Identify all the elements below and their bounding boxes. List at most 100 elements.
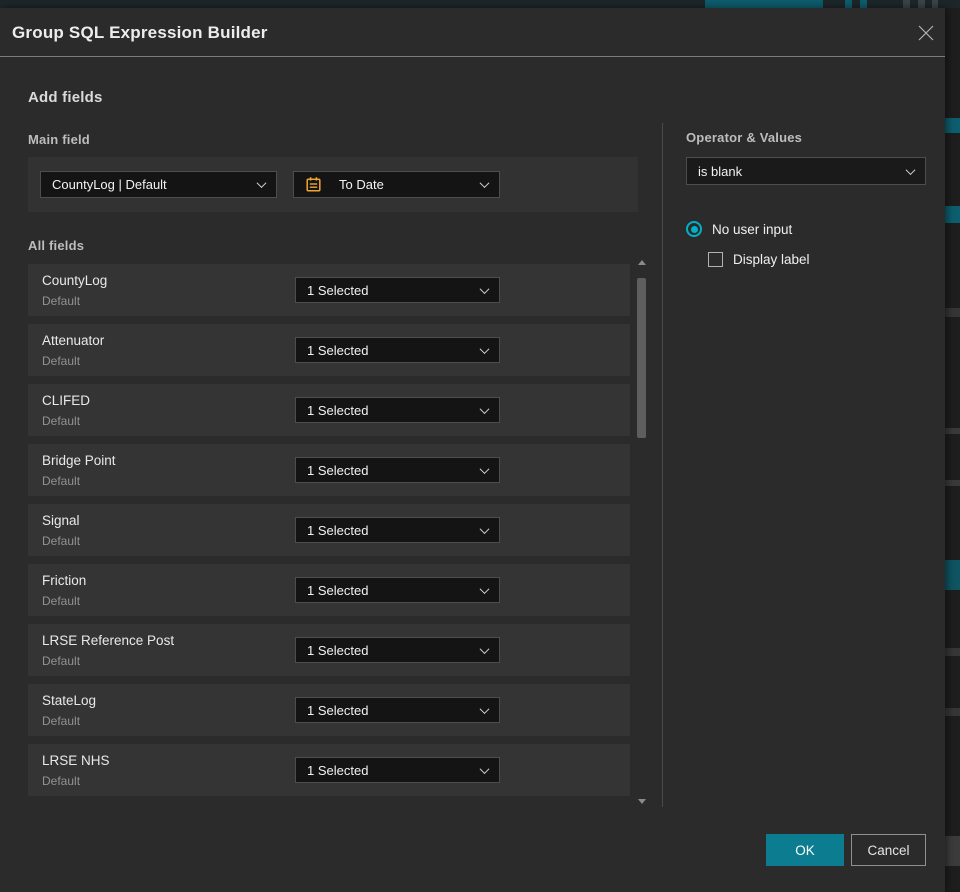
main-field-label: Main field [28,132,90,147]
live-view-label: Live View [747,0,794,3]
scroll-up-icon[interactable] [638,260,646,265]
field-row: Bridge Point Default 1 Selected [28,444,630,496]
field-name: Bridge Point [42,453,116,468]
chevron-down-icon [479,463,490,474]
field-name: LRSE Reference Post [42,633,175,648]
background-edge-block [945,708,960,716]
chevron-down-icon [479,643,490,654]
field-selection-dropdown[interactable]: 1 Selected [295,577,500,603]
display-label-checkbox[interactable]: Display label [708,252,810,267]
field-selection-dropdown[interactable]: 1 Selected [295,277,500,303]
dropdown-value: 1 Selected [307,282,369,298]
main-field-select[interactable]: CountyLog | Default [40,171,277,198]
scroll-down-icon[interactable] [638,799,646,804]
dropdown-value: 1 Selected [307,702,369,718]
field-name: LRSE NHS [42,753,110,768]
field-subtitle: Default [42,654,81,668]
field-row: CLIFED Default 1 Selected [28,384,630,436]
field-name: Signal [42,513,80,528]
operator-select[interactable]: is blank [686,157,926,185]
chevron-down-icon [905,164,916,175]
field-selection-dropdown[interactable]: 1 Selected [295,337,500,363]
chevron-down-icon [479,283,490,294]
close-button[interactable] [914,21,938,45]
background-edge-block [945,308,960,317]
chevron-down-icon [479,523,490,534]
background-edge-block [945,560,960,590]
scrollbar-thumb[interactable] [637,278,646,438]
field-selection-dropdown[interactable]: 1 Selected [295,757,500,783]
display-label-label: Display label [733,252,810,267]
chevron-down-icon [479,763,490,774]
background-toolbar: Live View [0,0,960,8]
dropdown-value: 1 Selected [307,642,369,658]
background-edge-block [945,428,960,434]
field-name: CountyLog [42,273,108,288]
background-edge-block [945,480,960,486]
main-field-panel: CountyLog | Default To Date [28,157,638,212]
field-name: Friction [42,573,87,588]
ok-button[interactable]: OK [766,834,844,866]
dialog-title: Group SQL Expression Builder [12,23,268,42]
field-selection-dropdown[interactable]: 1 Selected [295,517,500,543]
cancel-button[interactable]: Cancel [851,834,926,866]
dropdown-value: 1 Selected [307,582,369,598]
chevron-down-icon [479,403,490,414]
checkbox-unchecked-icon [708,252,723,267]
background-edge-block [945,206,960,223]
screen: Live View Group SQL Expression Builder A [0,0,960,892]
background-toolbar-button [932,0,938,8]
dropdown-value: 1 Selected [307,462,369,478]
group-sql-expression-builder-dialog: Group SQL Expression Builder Add fields … [0,8,945,892]
calendar-icon [305,176,322,193]
background-app-edge [945,8,960,892]
background-edge-block [945,836,960,866]
no-user-input-radio[interactable]: No user input [686,221,792,237]
field-subtitle: Default [42,594,81,608]
field-selection-dropdown[interactable]: 1 Selected [295,457,500,483]
field-name: Attenuator [42,333,105,348]
dialog-titlebar: Group SQL Expression Builder [0,8,945,57]
chevron-down-icon [479,583,490,594]
all-fields-list: CountyLog Default 1 Selected Attenuator … [28,264,630,804]
field-row: LRSE Reference Post Default 1 Selected [28,624,630,676]
operator-values-label: Operator & Values [686,130,803,145]
main-field-date-select[interactable]: To Date [293,171,500,198]
field-subtitle: Default [42,414,81,428]
operator-select-value: is blank [698,163,743,179]
main-field-date-value: To Date [339,177,384,192]
field-name: CLIFED [42,393,91,408]
background-toolbar-button [903,0,910,8]
dropdown-value: 1 Selected [307,402,369,418]
field-subtitle: Default [42,774,81,788]
field-row: StateLog Default 1 Selected [28,684,630,736]
dropdown-value: 1 Selected [307,762,369,778]
fields-scrollbar[interactable] [636,258,649,806]
chevron-down-icon [479,178,490,189]
field-row: Signal Default 1 Selected [28,504,630,556]
close-icon [918,25,934,41]
field-selection-dropdown[interactable]: 1 Selected [295,697,500,723]
field-selection-dropdown[interactable]: 1 Selected [295,397,500,423]
dropdown-value: 1 Selected [307,522,369,538]
background-toolbar-button [918,0,925,8]
field-row: CountyLog Default 1 Selected [28,264,630,316]
field-row: Friction Default 1 Selected [28,564,630,616]
field-subtitle: Default [42,714,81,728]
chevron-down-icon [256,178,267,189]
field-subtitle: Default [42,534,81,548]
main-field-select-value: CountyLog | Default [52,177,167,192]
radio-selected-icon [686,221,702,237]
field-selection-dropdown[interactable]: 1 Selected [295,637,500,663]
panel-divider [662,123,663,807]
chevron-down-icon [479,343,490,354]
all-fields-label: All fields [28,238,85,253]
add-fields-heading: Add fields [28,89,103,106]
field-subtitle: Default [42,474,81,488]
field-subtitle: Default [42,354,81,368]
no-user-input-label: No user input [712,221,793,237]
background-toolbar-button [845,0,852,8]
live-view-indicator: Live View [705,0,823,8]
background-edge-block [945,118,960,133]
chevron-down-icon [479,703,490,714]
